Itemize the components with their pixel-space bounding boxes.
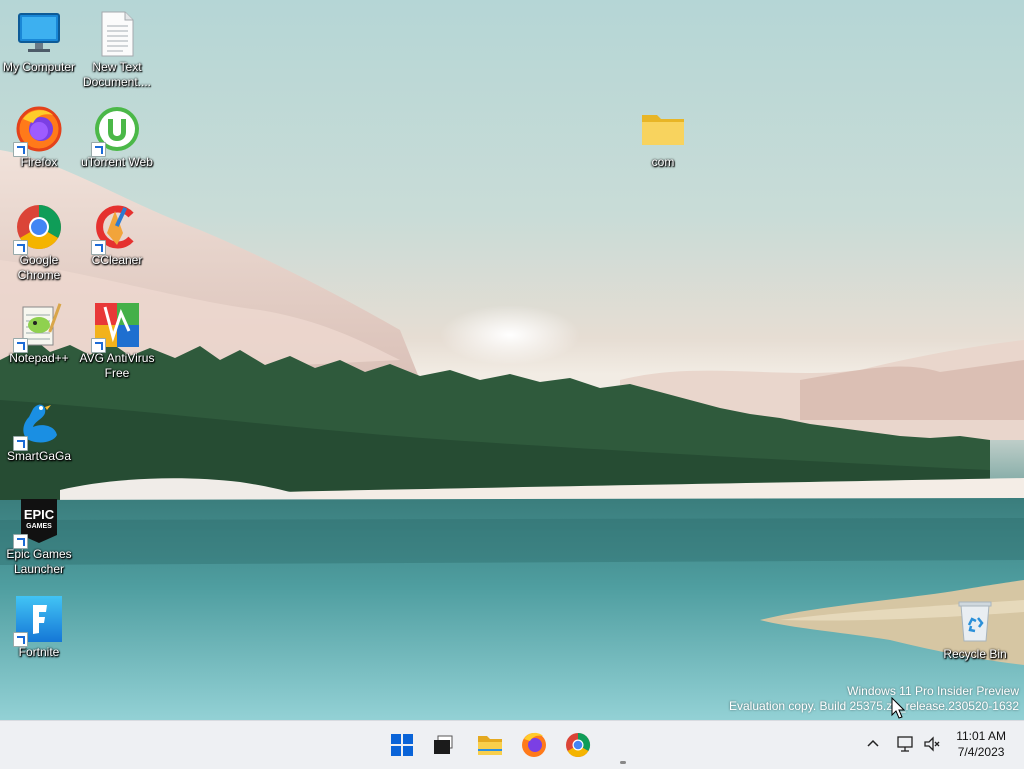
clock-date: 7/4/2023 [957,745,1005,759]
shortcut-arrow-icon [91,240,106,255]
desktop-icon-firefox[interactable]: Firefox [0,105,78,170]
desktop-icon-label: AVG AntiVirus Free [79,351,155,380]
chrome-icon [566,732,590,757]
desktop-icon-ccleaner[interactable]: CCleaner [78,203,156,268]
taskbar-chrome-button[interactable] [562,729,594,761]
desktop-icon-label: Epic Games Launcher [6,547,72,576]
firefox-icon [13,105,63,157]
desktop-icon-my-computer[interactable]: My Computer [0,10,78,75]
desktop-icon-google-chrome[interactable]: Google Chrome [0,203,78,283]
svg-text:EPIC: EPIC [24,507,55,522]
desktop-icon-smartgaga[interactable]: SmartGaGa [0,399,78,464]
shortcut-arrow-icon [91,338,106,353]
desktop-icon-label: Firefox [20,155,58,169]
volume-button[interactable] [922,734,942,754]
desktop-icon-label: CCleaner [91,253,143,267]
fortnite-icon [13,595,63,647]
shortcut-arrow-icon [91,142,106,157]
desktop-icon-label: uTorrent Web [81,155,153,169]
desktop-icon-label: Fortnite [18,645,60,659]
mouse-cursor-icon [891,697,905,719]
speaker-muted-icon [924,736,940,752]
task-view-icon [434,735,453,754]
network-icon [897,736,913,752]
svg-text:GAMES: GAMES [26,523,52,530]
clock-time: 11:01 AM [956,729,1006,743]
taskbar-firefox-button[interactable] [518,729,550,761]
desktop-icon-fortnite[interactable]: Fortnite [0,595,78,660]
shortcut-arrow-icon [13,534,28,549]
shortcut-arrow-icon [13,240,28,255]
desktop-icon-new-text-document[interactable]: New Text Document.... [78,10,156,90]
smartgaga-icon [13,399,63,451]
ccleaner-icon [91,203,141,255]
shortcut-arrow-icon [13,632,28,647]
desktop-icon-epic-games[interactable]: EPIC GAMES Epic Games Launcher [0,497,78,577]
clock-button[interactable]: 11:01 AM 7/4/2023 [956,728,1006,760]
desktop-icon-recycle-bin[interactable]: Recycle Bin [936,597,1014,662]
avg-icon [91,301,141,353]
utorrent-icon [91,105,141,157]
shortcut-arrow-icon [13,338,28,353]
task-view-button[interactable] [428,729,460,761]
shortcut-arrow-icon [13,436,28,451]
running-indicator [620,761,626,764]
desktop-icon-label: com [651,155,675,169]
file-explorer-icon [478,736,502,755]
show-hidden-icons-button[interactable] [864,735,882,753]
desktop-icon-avg-antivirus[interactable]: AVG AntiVirus Free [78,301,156,381]
desktop-icon-com-folder[interactable]: com [624,105,702,170]
firefox-icon [522,732,546,757]
chrome-icon [13,203,63,255]
shortcut-arrow-icon [13,142,28,157]
recycle-bin-icon [951,597,999,645]
monitor-icon [15,10,63,58]
desktop-icon-label: My Computer [2,60,76,74]
watermark-line-1: Windows 11 Pro Insider Preview [847,684,1019,698]
desktop-icon-label: SmartGaGa [6,449,72,463]
chevron-up-icon [867,739,879,747]
desktop-icon-label: Recycle Bin [943,647,1007,661]
desktop-icon-utorrent-web[interactable]: uTorrent Web [78,105,156,170]
desktop-icon-notepad-plus-plus[interactable]: Notepad++ [0,301,78,366]
windows-watermark: Windows 11 Pro Insider Preview Evaluatio… [729,684,1019,714]
start-icon [391,734,413,756]
desktop-icon-label: New Text Document.... [82,60,152,89]
notepad-plus-plus-icon [13,301,63,353]
start-button[interactable] [386,729,418,761]
taskbar: 11:01 AM 7/4/2023 [0,720,1024,769]
file-explorer-button[interactable] [474,729,506,761]
text-document-icon [93,10,141,58]
desktop-icon-label: Notepad++ [9,351,69,365]
watermark-line-2: Evaluation copy. Build 25375.zn_release.… [729,699,1019,713]
network-button[interactable] [895,734,915,754]
epic-games-logo: EPIC GAMES [13,497,63,549]
folder-icon [639,105,687,153]
desktop-icon-label: Google Chrome [17,253,61,282]
desktop[interactable]: My Computer New Text Document.... Firefo… [0,0,1024,720]
